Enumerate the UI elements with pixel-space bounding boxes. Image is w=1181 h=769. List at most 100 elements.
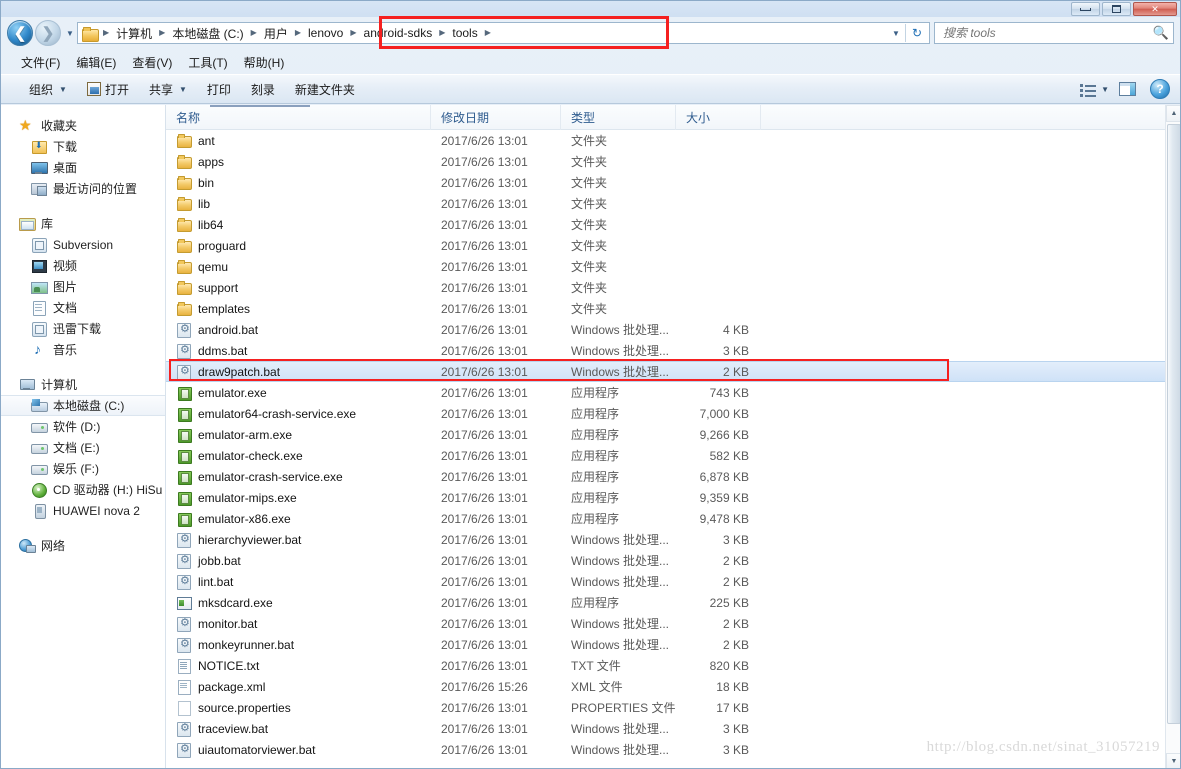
table-row[interactable]: templates 2017/6/26 13:01 文件夹 [166, 298, 1180, 319]
minimize-button[interactable] [1071, 2, 1100, 16]
scroll-up-button[interactable]: ▲ [1166, 105, 1180, 122]
table-row[interactable]: source.properties 2017/6/26 13:01 PROPERTI… [166, 697, 1180, 718]
file-name-cell[interactable]: apps [166, 154, 431, 170]
column-header-size[interactable]: 大小 [676, 105, 761, 130]
sidebar-item-cd-drive-h[interactable]: CD 驱动器 (H:) HiSu [1, 479, 165, 500]
file-name-cell[interactable]: jobb.bat [166, 553, 431, 569]
table-row[interactable]: ant 2017/6/26 13:01 文件夹 [166, 130, 1180, 151]
sidebar-item-computer[interactable]: 计算机 [1, 374, 165, 395]
refresh-button[interactable]: ↻ [907, 23, 927, 43]
table-row[interactable]: draw9patch.bat 2017/6/26 13:01 Windows 批处理… [166, 361, 1180, 382]
file-name-cell[interactable]: NOTICE.txt [166, 658, 431, 674]
file-rows[interactable]: ant 2017/6/26 13:01 文件夹 apps 2017/6/26 13:01… [166, 130, 1180, 760]
navigation-pane[interactable]: ★ 收藏夹 下载 桌面 最近访问的位置 [1, 105, 166, 768]
file-name-cell[interactable]: qemu [166, 259, 431, 275]
file-name-cell[interactable]: lint.bat [166, 574, 431, 590]
sidebar-item-pictures[interactable]: 图片 [1, 276, 165, 297]
file-name-cell[interactable]: lib [166, 196, 431, 212]
table-row[interactable]: lib64 2017/6/26 13:01 文件夹 [166, 214, 1180, 235]
breadcrumb-separator[interactable]: ▶ [247, 29, 261, 37]
address-dropdown-button[interactable]: ▼ [888, 29, 904, 38]
file-name-cell[interactable]: support [166, 280, 431, 296]
sidebar-item-favorites[interactable]: ★ 收藏夹 [1, 115, 165, 136]
table-row[interactable]: monkeyrunner.bat 2017/6/26 13:01 Windows 批… [166, 634, 1180, 655]
help-button[interactable]: ? [1150, 79, 1170, 99]
file-list-pane[interactable]: 名称 修改日期 类型 大小 ant 2017/6/26 13:01 文件夹 apps 2… [166, 105, 1180, 768]
file-name-cell[interactable]: draw9patch.bat [166, 364, 431, 380]
file-name-cell[interactable]: source.properties [166, 700, 431, 716]
maximize-button[interactable] [1102, 2, 1131, 16]
file-name-cell[interactable]: package.xml [166, 679, 431, 695]
table-row[interactable]: support 2017/6/26 13:01 文件夹 [166, 277, 1180, 298]
sidebar-item-videos[interactable]: 视频 [1, 255, 165, 276]
file-name-cell[interactable]: emulator64-crash-service.exe [166, 406, 431, 422]
table-row[interactable]: emulator-crash-service.exe 2017/6/26 13:0… [166, 466, 1180, 487]
sidebar-item-local-disk-c[interactable]: 本地磁盘 (C:) [1, 395, 165, 416]
scroll-track[interactable] [1166, 122, 1180, 753]
table-row[interactable]: emulator-check.exe 2017/6/26 13:01 应用程序 582… [166, 445, 1180, 466]
column-header-name[interactable]: 名称 [166, 105, 431, 130]
table-row[interactable]: ddms.bat 2017/6/26 13:01 Windows 批处理... 3 K… [166, 340, 1180, 361]
table-row[interactable]: android.bat 2017/6/26 13:01 Windows 批处理...… [166, 319, 1180, 340]
sidebar-item-libraries[interactable]: 库 [1, 213, 165, 234]
file-name-cell[interactable]: emulator-x86.exe [166, 511, 431, 527]
file-name-cell[interactable]: mksdcard.exe [166, 595, 431, 611]
column-header-date-modified[interactable]: 修改日期 [431, 105, 561, 130]
breadcrumb-item-local-disk[interactable]: 本地磁盘 (C:) [169, 23, 246, 43]
file-name-cell[interactable]: lib64 [166, 217, 431, 233]
table-row[interactable]: traceview.bat 2017/6/26 13:01 Windows 批处理.… [166, 718, 1180, 739]
menu-item-file[interactable]: 文件(F) [17, 52, 72, 73]
table-row[interactable]: jobb.bat 2017/6/26 13:01 Windows 批处理... 2 K… [166, 550, 1180, 571]
table-row[interactable]: emulator-x86.exe 2017/6/26 13:01 应用程序 9,478… [166, 508, 1180, 529]
table-row[interactable]: lint.bat 2017/6/26 13:01 Windows 批处理... 2 K… [166, 571, 1180, 592]
sidebar-item-desktop[interactable]: 桌面 [1, 157, 165, 178]
file-name-cell[interactable]: emulator-mips.exe [166, 490, 431, 506]
file-name-cell[interactable]: android.bat [166, 322, 431, 338]
file-name-cell[interactable]: monkeyrunner.bat [166, 637, 431, 653]
file-name-cell[interactable]: monitor.bat [166, 616, 431, 632]
scroll-thumb[interactable] [1167, 124, 1180, 724]
organize-button[interactable]: 组织 ▼ [19, 77, 77, 102]
table-row[interactable]: qemu 2017/6/26 13:01 文件夹 [166, 256, 1180, 277]
sidebar-item-downloads[interactable]: 下载 [1, 136, 165, 157]
table-row[interactable]: emulator.exe 2017/6/26 13:01 应用程序 743 KB [166, 382, 1180, 403]
sidebar-item-huawei-nova-2[interactable]: HUAWEI nova 2 [1, 500, 165, 521]
table-row[interactable]: monitor.bat 2017/6/26 13:01 Windows 批处理...… [166, 613, 1180, 634]
sidebar-item-recent-places[interactable]: 最近访问的位置 [1, 178, 165, 199]
history-dropdown-button[interactable]: ▼ [63, 29, 77, 38]
breadcrumb-item-tools[interactable]: tools [449, 23, 480, 43]
table-row[interactable]: NOTICE.txt 2017/6/26 13:01 TXT 文件 820 KB [166, 655, 1180, 676]
file-name-cell[interactable]: uiautomatorviewer.bat [166, 742, 431, 758]
breadcrumb-item-lenovo[interactable]: lenovo [305, 23, 346, 43]
preview-pane-button[interactable] [1116, 80, 1138, 98]
search-input[interactable] [943, 26, 1153, 40]
file-name-cell[interactable]: ddms.bat [166, 343, 431, 359]
table-row[interactable]: package.xml 2017/6/26 15:26 XML 文件 18 KB [166, 676, 1180, 697]
close-button[interactable]: ✕ [1133, 2, 1177, 16]
table-row[interactable]: emulator-arm.exe 2017/6/26 13:01 应用程序 9,266… [166, 424, 1180, 445]
share-button[interactable]: 共享 ▼ [139, 77, 197, 102]
file-name-cell[interactable]: traceview.bat [166, 721, 431, 737]
scroll-down-button[interactable]: ▼ [1166, 753, 1180, 768]
sidebar-item-drive-f[interactable]: 娱乐 (F:) [1, 458, 165, 479]
breadcrumb-separator[interactable]: ▶ [481, 29, 495, 37]
breadcrumb-item-android-sdks[interactable]: android-sdks [361, 23, 436, 43]
file-name-cell[interactable]: emulator.exe [166, 385, 431, 401]
sidebar-item-network[interactable]: 网络 [1, 535, 165, 556]
breadcrumb-separator[interactable]: ▶ [346, 29, 360, 37]
menu-item-help[interactable]: 帮助(H) [240, 52, 297, 73]
table-row[interactable]: lib 2017/6/26 13:01 文件夹 [166, 193, 1180, 214]
table-row[interactable]: apps 2017/6/26 13:01 文件夹 [166, 151, 1180, 172]
column-header-type[interactable]: 类型 [561, 105, 676, 130]
file-name-cell[interactable]: emulator-check.exe [166, 448, 431, 464]
breadcrumb-item-computer[interactable]: 计算机 [113, 23, 155, 43]
table-row[interactable]: emulator-mips.exe 2017/6/26 13:01 应用程序 9,35… [166, 487, 1180, 508]
print-button[interactable]: 打印 [197, 77, 241, 102]
vertical-scrollbar[interactable]: ▲ ▼ [1165, 105, 1180, 768]
file-name-cell[interactable]: emulator-arm.exe [166, 427, 431, 443]
table-row[interactable]: bin 2017/6/26 13:01 文件夹 [166, 172, 1180, 193]
burn-button[interactable]: 刻录 [241, 77, 285, 102]
menu-item-view[interactable]: 查看(V) [128, 52, 184, 73]
breadcrumb-separator[interactable]: ▶ [435, 29, 449, 37]
sidebar-item-drive-e[interactable]: 文档 (E:) [1, 437, 165, 458]
